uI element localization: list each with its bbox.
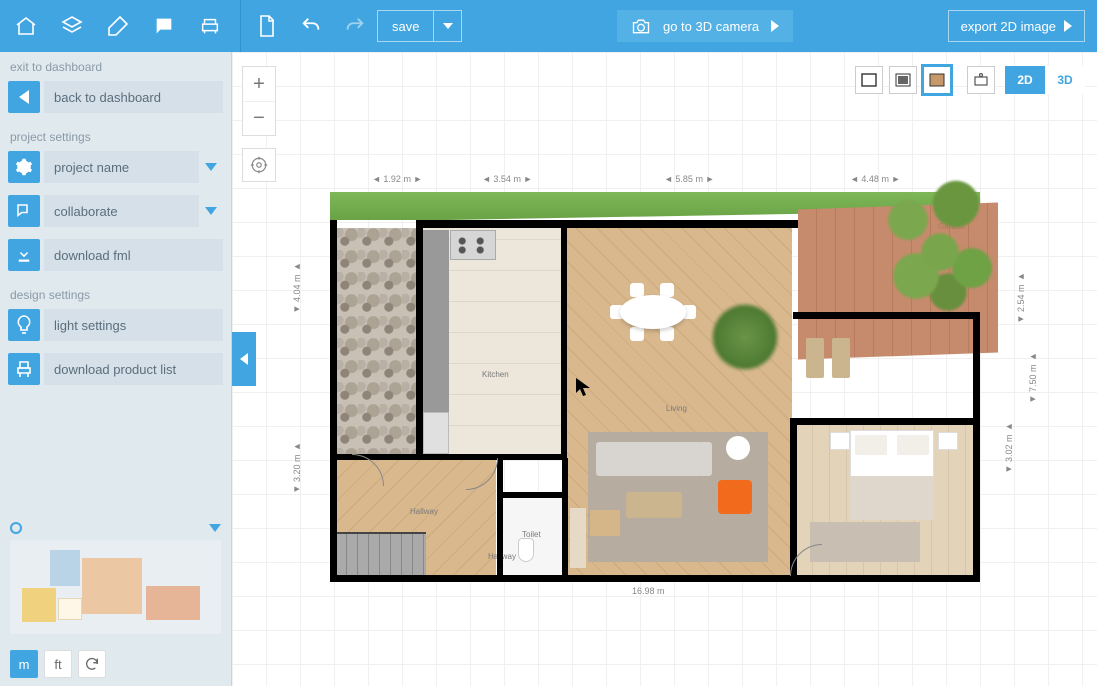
dim-top1: 1.92 m [383,174,411,184]
label-toilet: Toilet [522,530,541,539]
view-toggle-bar: 2D 3D [855,66,1085,94]
chevron-right-icon [1064,20,1072,32]
download-products-row[interactable]: download product list [8,350,223,388]
chevron-right-icon [771,20,779,32]
home-icon[interactable] [4,0,48,52]
download-products-label: download product list [44,353,223,385]
view-mode-3-button[interactable] [923,66,951,94]
save-button[interactable]: save [378,11,433,41]
label-living: Living [666,404,687,413]
zoom-control: + − [242,66,276,136]
label-hallway: Hallway [410,507,438,516]
layers-icon[interactable] [50,0,94,52]
collapse-sidebar-button[interactable] [232,332,256,386]
zoom-in-button[interactable]: + [243,67,275,101]
download-fml-row[interactable]: download fml [8,236,223,274]
back-to-dashboard-button[interactable]: back to dashboard [8,78,223,116]
collaborate-row[interactable]: collaborate [8,192,223,230]
section-design-label: design settings [0,280,231,306]
save-button-group: save [377,10,462,42]
unit-ft-button[interactable]: ft [44,650,72,678]
export-label: export 2D image [961,19,1056,34]
dim-top3: 5.85 m [675,174,703,184]
project-name-row[interactable]: project name [8,148,223,186]
mini-preview[interactable] [10,540,221,634]
chevron-down-icon [209,524,221,532]
redo-icon[interactable] [333,0,377,52]
collaborate-icon [8,195,40,227]
zoom-out-button[interactable]: − [243,101,275,135]
save-dropdown-button[interactable] [433,11,461,41]
mini-preview-toggle[interactable] [10,522,221,534]
top-toolbar: save go to 3D camera export 2D image [0,0,1097,52]
dim-bottom-total: 16.98 m [632,586,665,596]
download-fml-label: download fml [44,239,223,271]
dim-left2: 3.20 m [292,455,302,483]
chevron-down-icon [199,207,223,215]
cursor-icon [576,378,590,396]
floor-plan[interactable]: Garden Patio Kitchen Living [330,192,980,582]
rotate-button[interactable] [78,650,106,678]
section-exit-label: exit to dashboard [0,52,231,78]
sidebar: exit to dashboard back to dashboard proj… [0,52,232,686]
go3d-label: go to 3D camera [663,19,759,34]
chat-icon[interactable] [142,0,186,52]
export-2d-button[interactable]: export 2D image [948,10,1085,42]
new-file-icon[interactable] [245,0,289,52]
dim-left1: 4.04 m [292,275,302,303]
undo-icon[interactable] [289,0,333,52]
lightbulb-icon [8,309,40,341]
light-settings-label: light settings [44,309,223,341]
dim-right2: 7.50 m [1028,365,1038,393]
furniture-icon[interactable] [188,0,232,52]
3d-view-button[interactable]: 3D [1045,66,1085,94]
circle-icon [10,522,22,534]
chevron-down-icon [199,163,223,171]
view-mode-2-button[interactable] [889,66,917,94]
chevron-left-icon [8,81,40,113]
2d-view-button[interactable]: 2D [1005,66,1045,94]
project-name-label: project name [44,151,199,183]
gear-icon [8,151,40,183]
label-kitchen: Kitchen [482,370,509,379]
unit-m-button[interactable]: m [10,650,38,678]
collaborate-label: collaborate [44,195,199,227]
canvas[interactable]: + − [232,52,1097,686]
room-stone[interactable] [336,228,418,456]
camera-icon [631,17,651,35]
view-mode-1-button[interactable] [855,66,883,94]
dim-top2: 3.54 m [493,174,521,184]
back-label: back to dashboard [44,81,223,113]
light-settings-row[interactable]: light settings [8,306,223,344]
view-settings-button[interactable] [967,66,995,94]
download-icon [8,239,40,271]
section-project-label: project settings [0,122,231,148]
build-icon[interactable] [96,0,140,52]
dim-right3: 3.02 m [1004,435,1014,463]
center-view-button[interactable] [242,148,276,182]
chair-icon [8,353,40,385]
go-to-3d-camera-button[interactable]: go to 3D camera [617,10,793,42]
